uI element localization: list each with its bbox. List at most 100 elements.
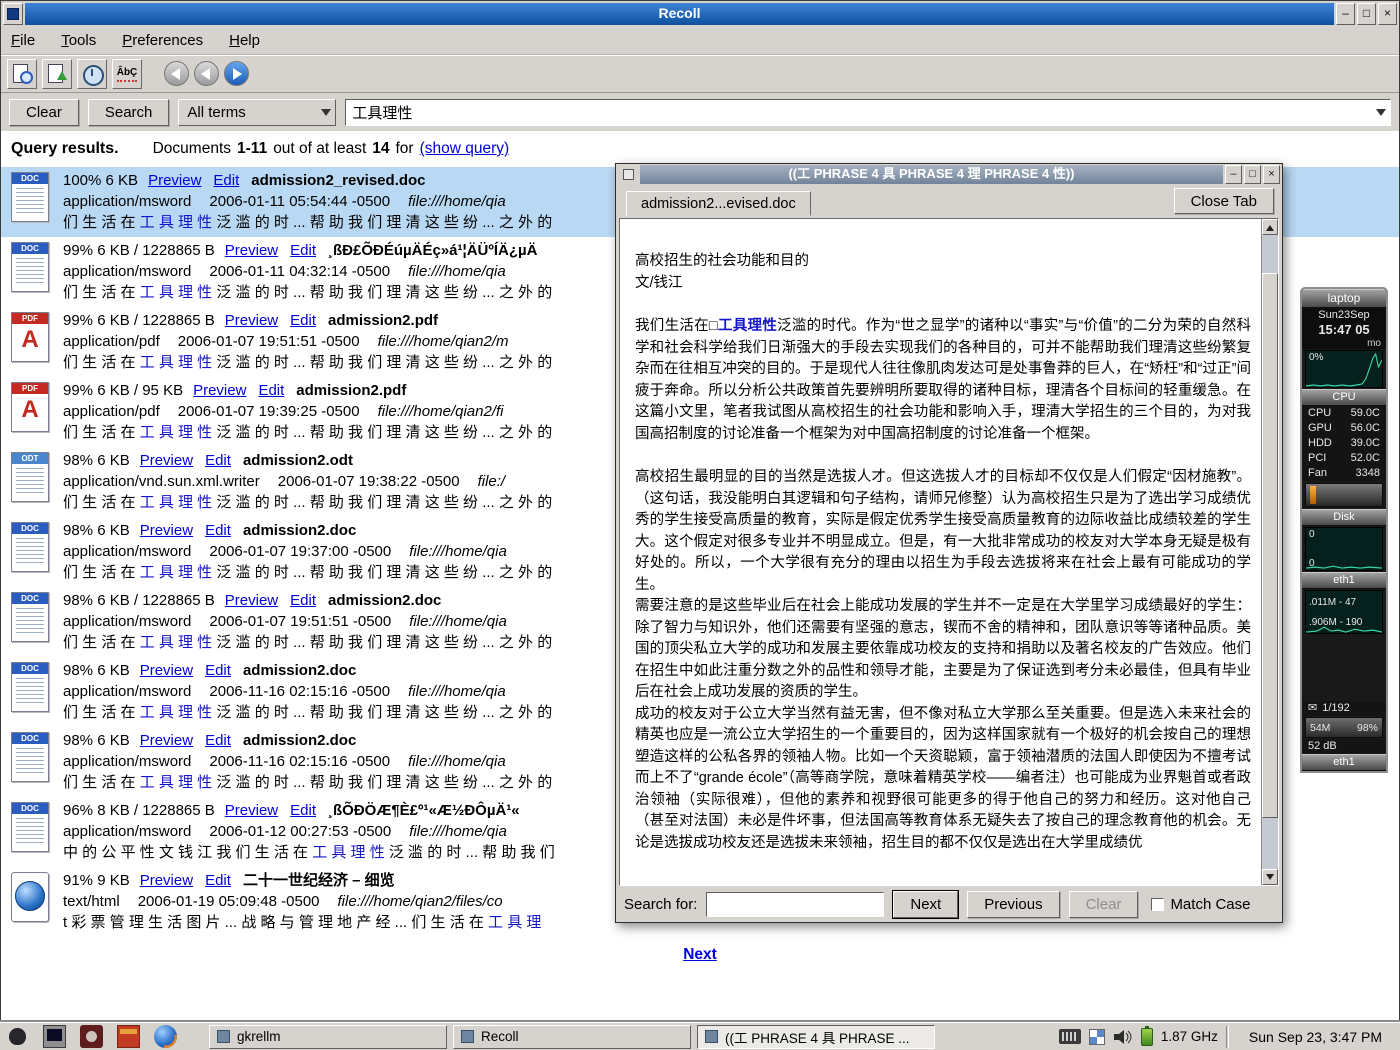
result-score-size: 99% 6 KB / 1228865 B xyxy=(63,312,215,329)
result-preview-link[interactable]: Preview xyxy=(193,382,246,399)
result-edit-link[interactable]: Edit xyxy=(205,522,231,539)
find-previous-button[interactable]: Previous xyxy=(967,891,1059,918)
maximize-icon[interactable]: □ xyxy=(1357,3,1376,25)
window-icon xyxy=(217,1030,230,1043)
result-edit-link[interactable]: Edit xyxy=(290,592,316,609)
title-bar[interactable]: Recoll – □ × xyxy=(1,1,1399,27)
package-icon[interactable] xyxy=(117,1025,140,1048)
find-clear-button[interactable]: Clear xyxy=(1069,891,1139,918)
menu-file[interactable]: File xyxy=(11,32,35,49)
clear-button[interactable]: Clear xyxy=(9,99,79,126)
find-next-button[interactable]: Next xyxy=(893,891,958,918)
results-title: Query results. xyxy=(11,140,119,158)
history-button[interactable] xyxy=(77,59,107,89)
result-preview-link[interactable]: Preview xyxy=(140,872,193,889)
search-button[interactable]: Search xyxy=(88,99,170,126)
result-edit-link[interactable]: Edit xyxy=(205,872,231,889)
gk-cpu-chart: 0% xyxy=(1305,350,1383,388)
show-query-link[interactable]: (show query) xyxy=(420,140,510,158)
preview-tab[interactable]: admission2...evised.doc xyxy=(626,191,811,216)
menu-tools[interactable]: Tools xyxy=(61,32,96,49)
preview-tab-bar: admission2...evised.doc Close Tab xyxy=(616,185,1282,216)
result-score-size: 99% 6 KB / 1228865 B xyxy=(63,242,215,259)
task-button[interactable]: ((工 PHRASE 4 具 PHRASE ... xyxy=(697,1025,935,1049)
task-label: ((工 PHRASE 4 具 PHRASE ... xyxy=(725,1027,910,1047)
window-title: Recoll xyxy=(25,3,1334,25)
result-preview-link[interactable]: Preview xyxy=(225,802,278,819)
pdf-file-icon: PDFA xyxy=(11,382,49,432)
footprint-icon[interactable] xyxy=(6,1025,29,1048)
maximize-icon[interactable]: □ xyxy=(1244,165,1261,184)
workspace-grid-icon[interactable] xyxy=(1089,1029,1105,1045)
battery-icon[interactable] xyxy=(1141,1028,1153,1046)
next-page-button[interactable] xyxy=(224,61,249,86)
first-page-button[interactable] xyxy=(164,61,189,86)
scroll-down-icon[interactable] xyxy=(1262,869,1278,885)
arrow-left-icon xyxy=(171,68,180,80)
pdf-file-icon: PDFA xyxy=(11,312,49,362)
keyboard-icon[interactable] xyxy=(1059,1029,1081,1044)
result-edit-link[interactable]: Edit xyxy=(290,242,316,259)
preview-window-icon[interactable] xyxy=(618,165,638,184)
firefox-icon[interactable] xyxy=(154,1025,177,1048)
result-preview-link[interactable]: Preview xyxy=(225,242,278,259)
result-edit-link[interactable]: Edit xyxy=(205,732,231,749)
result-edit-link[interactable]: Edit xyxy=(205,452,231,469)
preview-search-input[interactable] xyxy=(706,892,884,917)
gk-hostname: laptop xyxy=(1302,289,1386,308)
term-explorer-button[interactable]: ÂbÇ xyxy=(112,59,142,89)
result-score-size: 98% 6 KB xyxy=(63,732,130,749)
result-preview-link[interactable]: Preview xyxy=(225,312,278,329)
show-query-detail-button[interactable] xyxy=(7,59,37,89)
result-edit-link[interactable]: Edit xyxy=(258,382,284,399)
search-bar: Clear Search All terms xyxy=(1,93,1399,131)
doc-file-icon: DOC xyxy=(11,522,49,572)
result-score-size: 96% 8 KB / 1228865 B xyxy=(63,802,215,819)
result-edit-link[interactable]: Edit xyxy=(213,172,239,189)
result-preview-link[interactable]: Preview xyxy=(225,592,278,609)
result-filename: admission2.doc xyxy=(243,732,356,749)
menu-preferences[interactable]: Preferences xyxy=(122,32,203,49)
window-menu-button[interactable] xyxy=(3,3,23,25)
preview-scrollbar[interactable] xyxy=(1261,219,1278,885)
minimize-icon[interactable]: – xyxy=(1225,165,1242,184)
gk-fan-label: Fan xyxy=(1308,466,1327,481)
result-edit-link[interactable]: Edit xyxy=(290,802,316,819)
terminal-icon[interactable] xyxy=(43,1025,66,1048)
gk-mail-count: 1/192 xyxy=(1322,701,1350,716)
gk-sensor-label: PCI xyxy=(1308,451,1326,466)
page-lines xyxy=(16,748,44,776)
close-icon[interactable]: × xyxy=(1378,3,1397,25)
gkrellm-panel[interactable]: laptop Sun23Sep 15:47 05 mo 0% CPU CPU59… xyxy=(1300,287,1388,773)
result-preview-link[interactable]: Preview xyxy=(140,452,193,469)
result-preview-link[interactable]: Preview xyxy=(140,522,193,539)
history-dropdown-icon[interactable] xyxy=(1376,109,1386,121)
match-case-option[interactable]: Match Case xyxy=(1151,896,1250,913)
match-case-checkbox[interactable] xyxy=(1151,898,1164,911)
close-icon[interactable]: × xyxy=(1263,165,1280,184)
minimize-icon[interactable]: – xyxy=(1336,3,1355,25)
result-preview-link[interactable]: Preview xyxy=(140,662,193,679)
scrollbar-thumb[interactable] xyxy=(1262,273,1278,818)
result-edit-link[interactable]: Edit xyxy=(205,662,231,679)
media-icon[interactable] xyxy=(80,1025,103,1048)
preview-title-bar[interactable]: ((工 PHRASE 4 具 PHRASE 4 理 PHRASE 4 性)) –… xyxy=(616,164,1282,185)
close-tab-button[interactable]: Close Tab xyxy=(1174,188,1274,214)
text-segment: 高校招生的社会功能和目的 xyxy=(635,253,809,269)
scrollbar-track[interactable] xyxy=(1262,235,1278,869)
result-preview-link[interactable]: Preview xyxy=(140,732,193,749)
search-mode-select[interactable]: All terms xyxy=(178,99,336,126)
abstract-segment: 工 具 理 性 xyxy=(140,354,213,371)
speaker-icon[interactable] xyxy=(1113,1029,1133,1045)
scroll-up-icon[interactable] xyxy=(1262,219,1278,235)
result-preview-link[interactable]: Preview xyxy=(148,172,201,189)
result-edit-link[interactable]: Edit xyxy=(290,312,316,329)
query-input[interactable] xyxy=(352,104,1376,121)
sort-button[interactable] xyxy=(42,59,72,89)
task-button[interactable]: Recoll xyxy=(453,1025,691,1049)
menu-help[interactable]: Help xyxy=(229,32,260,49)
gk-sensor-label: GPU xyxy=(1308,421,1332,436)
next-page-link[interactable]: Next xyxy=(683,946,717,963)
previous-page-button[interactable] xyxy=(194,61,219,86)
task-button[interactable]: gkrellm xyxy=(209,1025,447,1049)
